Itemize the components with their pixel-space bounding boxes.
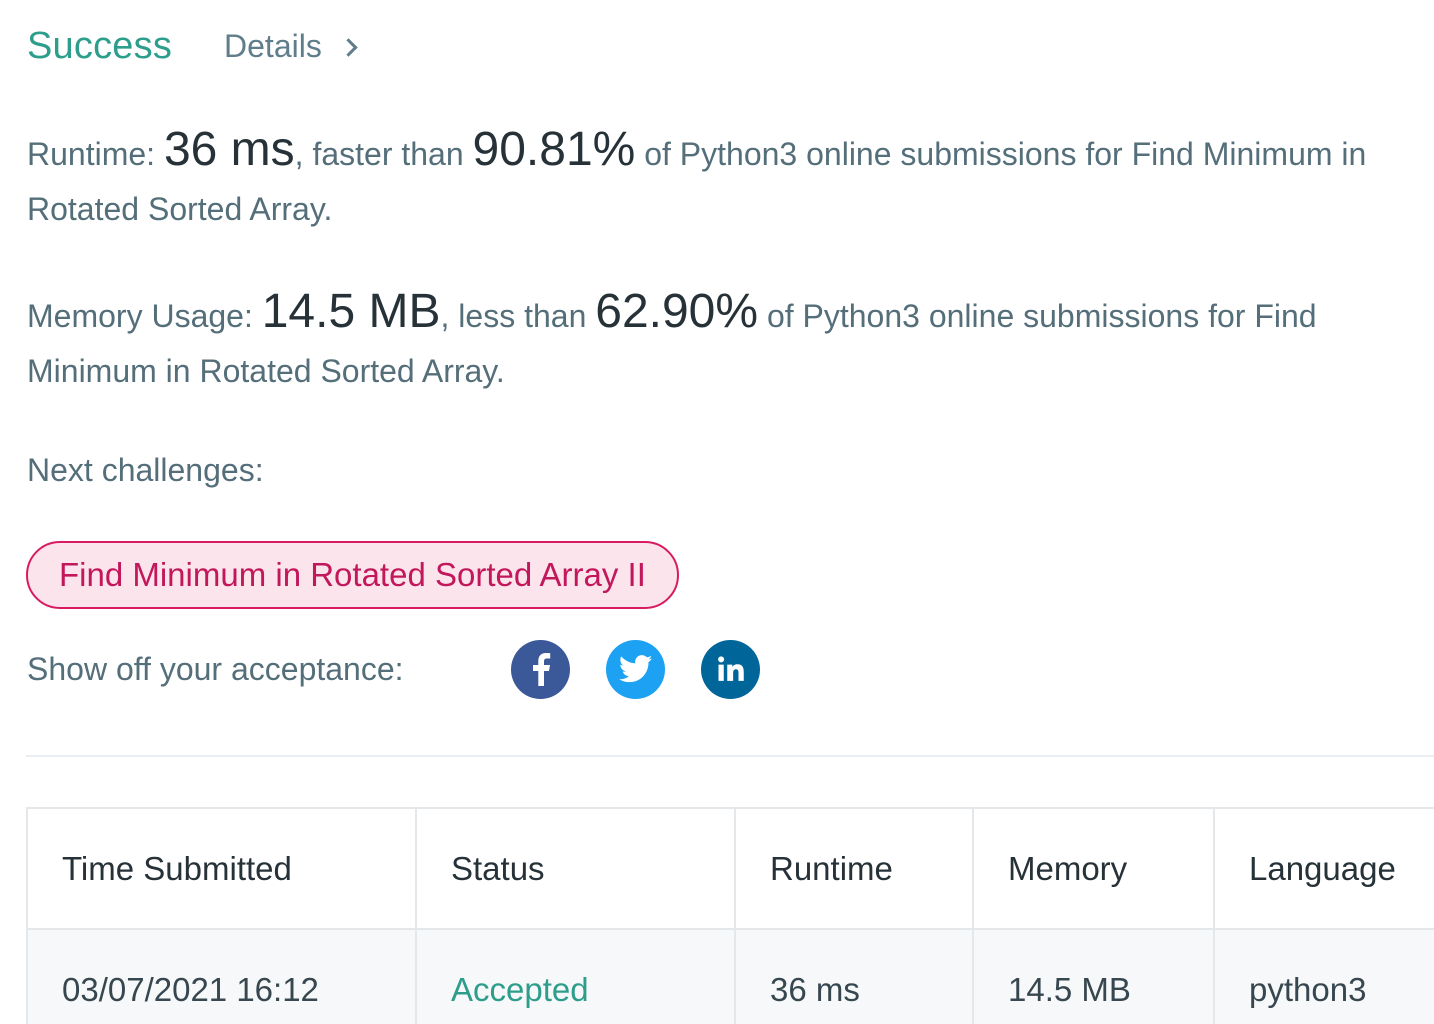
next-challenge-button[interactable]: Find Minimum in Rotated Sorted Array II bbox=[26, 541, 679, 609]
section-divider bbox=[26, 755, 1434, 757]
runtime-percent: 90.81% bbox=[472, 123, 636, 176]
twitter-icon[interactable] bbox=[606, 639, 665, 699]
memory-label: Memory Usage: bbox=[27, 298, 262, 334]
submission-result-page: Success Details Runtime: 36 ms, faster t… bbox=[0, 0, 1434, 1024]
runtime-comparison: , faster than bbox=[294, 136, 473, 172]
linkedin-icon[interactable] bbox=[701, 639, 760, 699]
result-status-title: Success bbox=[27, 24, 173, 67]
cell-memory: 14.5 MB bbox=[972, 928, 1215, 1024]
memory-percent: 62.90% bbox=[595, 285, 759, 338]
result-header: Success Details bbox=[27, 22, 358, 70]
cell-runtime: 36 ms bbox=[734, 928, 974, 1024]
cell-time-submitted: 03/07/2021 16:12 bbox=[26, 928, 417, 1024]
memory-value: 14.5 MB bbox=[261, 285, 441, 338]
column-header-status: Status bbox=[415, 807, 736, 930]
column-header-memory: Memory bbox=[972, 807, 1215, 930]
next-challenges-label: Next challenges: bbox=[27, 452, 264, 488]
cell-status-link[interactable]: Accepted bbox=[415, 928, 736, 1024]
runtime-value: 36 ms bbox=[163, 123, 295, 176]
runtime-stat: Runtime: 36 ms, faster than 90.81% of Py… bbox=[27, 122, 1432, 237]
share-label: Show off your acceptance: bbox=[27, 650, 404, 687]
column-header-runtime: Runtime bbox=[734, 807, 974, 930]
share-row: Show off your acceptance: bbox=[27, 638, 796, 700]
chevron-right-icon bbox=[339, 37, 358, 57]
column-header-time: Time Submitted bbox=[26, 807, 417, 930]
table-row: 03/07/2021 16:12 Accepted 36 ms 14.5 MB … bbox=[26, 928, 1434, 1024]
runtime-label: Runtime: bbox=[27, 136, 164, 172]
submissions-table: Time Submitted Status Runtime Memory Lan… bbox=[26, 807, 1434, 1024]
facebook-icon[interactable] bbox=[511, 639, 570, 699]
memory-stat: Memory Usage: 14.5 MB, less than 62.90% … bbox=[27, 284, 1432, 399]
memory-comparison: , less than bbox=[440, 298, 596, 334]
column-header-language: Language bbox=[1213, 807, 1434, 930]
cell-language: python3 bbox=[1213, 928, 1434, 1024]
details-link[interactable]: Details bbox=[224, 27, 358, 65]
table-header-row: Time Submitted Status Runtime Memory Lan… bbox=[26, 807, 1434, 930]
details-label: Details bbox=[224, 27, 322, 64]
